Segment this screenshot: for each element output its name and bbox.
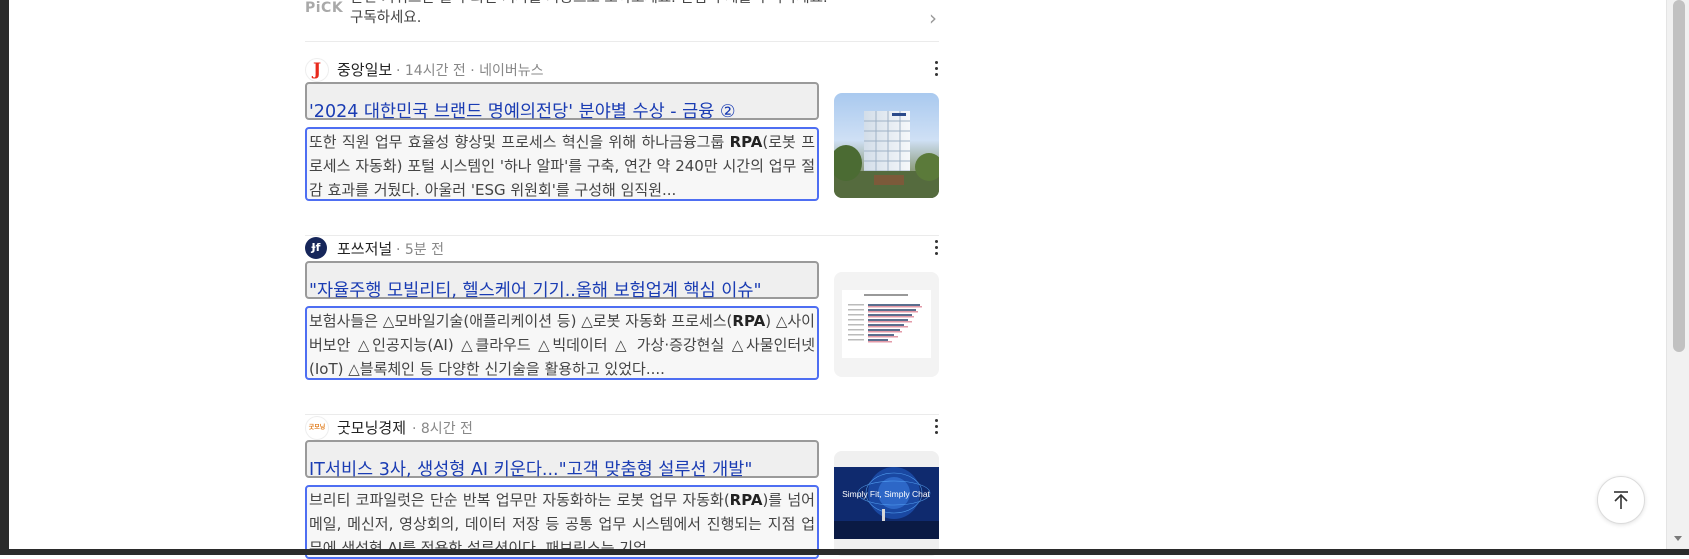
pick-text-line2: 구독하세요. <box>350 10 422 26</box>
source-logo[interactable]: 굿모닝경제 <box>305 416 329 440</box>
scroll-to-top-button[interactable] <box>1597 476 1645 524</box>
snippet-text-before: 보험사들은 △모바일기술(애플리케이션 등) △로봇 자동화 프로세스( <box>309 312 733 330</box>
snippet-highlight: RPA <box>729 491 763 509</box>
chevron-right-icon[interactable]: › <box>929 6 937 30</box>
article-title[interactable]: IT서비스 3사, 생성형 AI 키운다..."고객 맞춤형 설루션 개발" <box>309 456 752 481</box>
article-title-box[interactable]: IT서비스 3사, 생성형 AI 키운다..."고객 맞춤형 설루션 개발" <box>305 440 819 481</box>
building-photo-icon <box>834 111 939 198</box>
bar-chart-thumbnail-icon <box>842 290 931 358</box>
scroll-down-arrow-icon[interactable] <box>1674 536 1682 541</box>
vertical-scrollbar[interactable] <box>1666 0 1689 549</box>
snippet-highlight: RPA <box>729 133 763 151</box>
article-snippet: 또한 직원 업무 효율성 향상및 프로세스 혁신을 위해 하나금융그룹 RPA(… <box>309 130 815 199</box>
pick-subscribe-row[interactable]: PiCK 관련 키워드만 골라 최신 기사를 자동으로 모아보세요. 관심 주제… <box>305 0 939 42</box>
more-vertical-icon[interactable] <box>933 61 939 79</box>
window-bottom-edge <box>0 549 1689 555</box>
event-stage-photo-icon: Simply Fit, Simply Chat <box>834 451 939 539</box>
news-item: Ɉf 포쓰저널 · 5분 전 "자율주행 모빌리티, 헬스케어 기기..올해 보… <box>305 236 939 415</box>
news-item: J 중앙일보 · 14시간 전 · 네이버뉴스 '2024 대한민국 브랜드 명… <box>305 57 939 236</box>
source-row: 굿모닝경제 굿모닝경제 · 8시간 전 <box>305 415 939 441</box>
article-thumbnail[interactable] <box>834 93 939 198</box>
source-name[interactable]: 중앙일보 <box>337 59 392 80</box>
more-vertical-icon[interactable] <box>933 240 939 258</box>
article-meta: · 8시간 전 <box>412 421 473 437</box>
pick-badge: PiCK <box>305 0 344 16</box>
article-snippet: 보험사들은 △모바일기술(애플리케이션 등) △로봇 자동화 프로세스(RPA)… <box>309 309 815 378</box>
source-name[interactable]: 굿모닝경제 <box>337 417 406 438</box>
article-thumbnail[interactable] <box>834 272 939 377</box>
article-thumbnail[interactable]: Simply Fit, Simply Chat <box>834 451 939 556</box>
article-snippet-box[interactable]: 브리티 코파일럿은 단순 반복 업무만 자동화하는 로봇 업무 자동화(RPA)… <box>305 485 819 559</box>
snippet-text-before: 브리티 코파일럿은 단순 반복 업무만 자동화하는 로봇 업무 자동화( <box>309 491 730 509</box>
snippet-text-before: 또한 직원 업무 효율성 향상및 프로세스 혁신을 위해 하나금융그룹 <box>309 133 730 151</box>
source-row: J 중앙일보 · 14시간 전 · 네이버뉴스 <box>305 57 939 83</box>
more-vertical-icon[interactable] <box>933 419 939 437</box>
article-title-box[interactable]: '2024 대한민국 브랜드 명예의전당' 분야별 수상 - 금융 ② <box>305 82 819 123</box>
window-left-edge <box>0 0 9 555</box>
source-name[interactable]: 포쓰저널 <box>337 238 392 259</box>
pick-text-line1: 관련 키워드만 골라 최신 기사를 자동으로 모아보세요. 관심 주제를 구독하… <box>350 0 910 8</box>
scrollbar-thumb[interactable] <box>1673 0 1685 352</box>
source-logo[interactable]: J <box>305 58 329 82</box>
article-title-box[interactable]: "자율주행 모빌리티, 헬스케어 기기..올해 보험업계 핵심 이슈" <box>305 261 819 302</box>
article-snippet-box[interactable]: 보험사들은 △모바일기술(애플리케이션 등) △로봇 자동화 프로세스(RPA)… <box>305 306 819 380</box>
pick-description: 관련 키워드만 골라 최신 기사를 자동으로 모아보세요. 관심 주제를 구독하… <box>350 0 910 28</box>
article-meta: · 14시간 전 · 네이버뉴스 <box>396 63 544 79</box>
source-row: Ɉf 포쓰저널 · 5분 전 <box>305 236 939 262</box>
news-item: 굿모닝경제 굿모닝경제 · 8시간 전 IT서비스 3사, 생성형 AI 키운다… <box>305 415 939 559</box>
article-title[interactable]: "자율주행 모빌리티, 헬스케어 기기..올해 보험업계 핵심 이슈" <box>309 277 762 302</box>
article-title[interactable]: '2024 대한민국 브랜드 명예의전당' 분야별 수상 - 금융 ② <box>309 98 736 123</box>
snippet-highlight: RPA <box>732 312 766 330</box>
article-meta: · 5분 전 <box>396 242 445 258</box>
source-logo[interactable]: Ɉf <box>305 237 327 259</box>
arrow-up-icon <box>1614 491 1628 509</box>
thumbnail-caption: Simply Fit, Simply Chat <box>842 489 930 499</box>
article-snippet-box[interactable]: 또한 직원 업무 효율성 향상및 프로세스 혁신을 위해 하나금융그룹 RPA(… <box>305 127 819 201</box>
